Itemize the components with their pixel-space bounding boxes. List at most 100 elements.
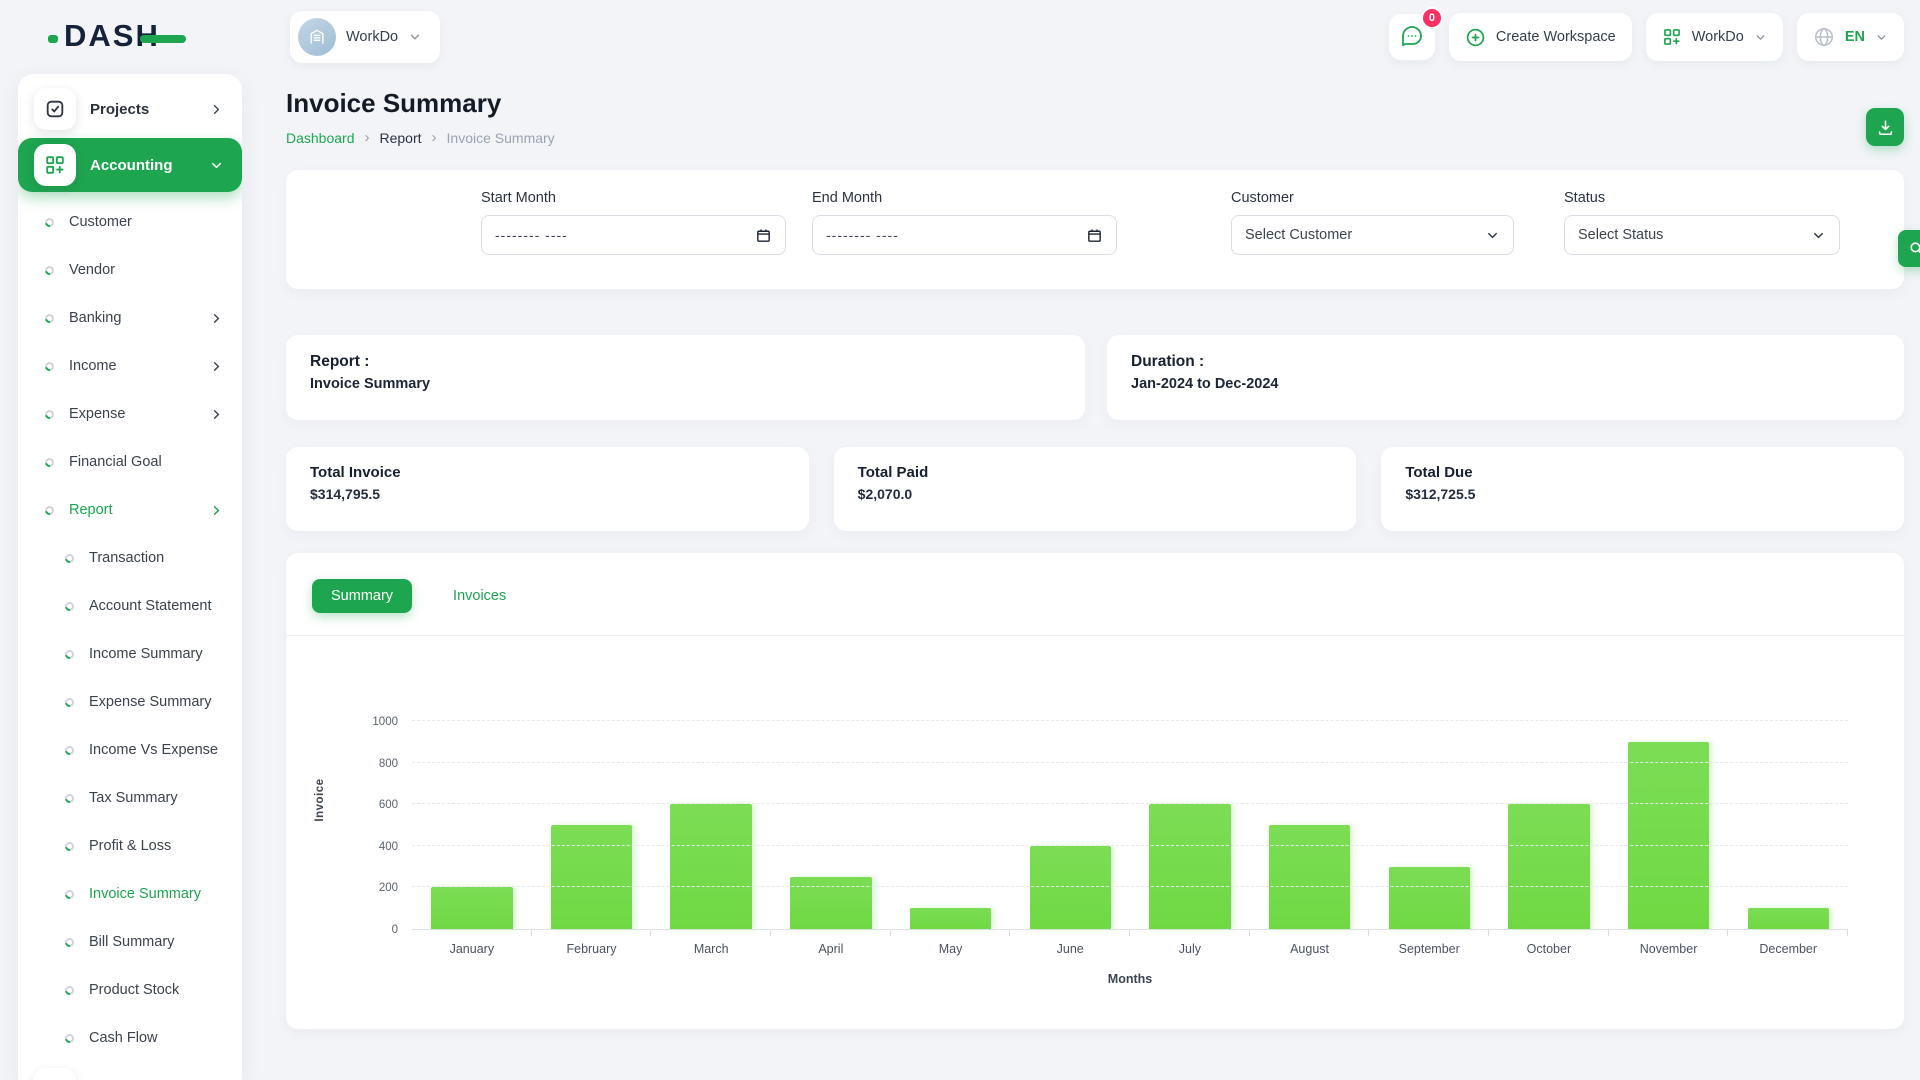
language-selector[interactable]: EN xyxy=(1797,13,1904,61)
x-tick-label-october: October xyxy=(1489,942,1609,956)
breadcrumb-dashboard[interactable]: Dashboard xyxy=(286,130,355,146)
bar-october[interactable] xyxy=(1508,804,1589,929)
chevron-right-icon: › xyxy=(365,129,370,146)
start-month-input[interactable]: -------- ---- xyxy=(481,215,786,255)
sidebar-item-tax-summary[interactable]: Tax Summary xyxy=(18,774,242,822)
sidebar-item-income-vs-expense[interactable]: Income Vs Expense xyxy=(18,726,242,774)
building-icon xyxy=(307,27,327,47)
sidebar-item-label: Expense Summary xyxy=(89,694,212,710)
sidebar-item-hrm[interactable]: HRM xyxy=(18,1062,242,1080)
sidebar-item-income-summary[interactable]: Income Summary xyxy=(18,630,242,678)
total-paid-card: Total Paid $2,070.0 xyxy=(834,447,1357,531)
workspace-switcher[interactable]: WorkDo xyxy=(290,11,440,63)
sidebar-item-profit-loss[interactable]: Profit & Loss xyxy=(18,822,242,870)
x-tick-label-june: June xyxy=(1010,942,1130,956)
y-tick-label-1000: 1000 xyxy=(350,716,398,728)
bullet-icon xyxy=(63,888,76,901)
sidebar-item-income[interactable]: Income xyxy=(18,342,242,390)
chevron-right-icon: › xyxy=(432,129,437,146)
filter-card: Start Month -------- ---- End Month ----… xyxy=(286,170,1904,289)
gridline-1000 xyxy=(412,720,1848,721)
breadcrumb-report[interactable]: Report xyxy=(380,130,422,146)
sidebar-item-banking[interactable]: Banking xyxy=(18,294,242,342)
sidebar-item-bill-summary[interactable]: Bill Summary xyxy=(18,918,242,966)
bar-may[interactable] xyxy=(910,908,991,929)
sidebar-item-customer[interactable]: Customer xyxy=(18,198,242,246)
download-icon xyxy=(1876,118,1895,137)
y-tick-label-400: 400 xyxy=(350,841,398,853)
sidebar-item-transaction[interactable]: Transaction xyxy=(18,534,242,582)
sidebar-item-label: Income xyxy=(69,358,117,374)
grid-plus-icon xyxy=(34,144,76,186)
sidebar-item-projects[interactable]: Projects xyxy=(18,82,242,136)
customer-label: Customer xyxy=(1231,190,1514,206)
sidebar-item-label: Banking xyxy=(69,310,121,326)
chevron-down-icon xyxy=(408,30,422,44)
sidebar-item-invoice-summary[interactable]: Invoice Summary xyxy=(18,870,242,918)
brand-logo: DASH xyxy=(64,18,160,54)
calendar-icon[interactable] xyxy=(1086,227,1103,244)
tab-invoices[interactable]: Invoices xyxy=(434,579,525,613)
total-due-card: Total Due $312,725.5 xyxy=(1381,447,1904,531)
bar-slot-august xyxy=(1250,670,1370,929)
sidebar-item-label: Vendor xyxy=(69,262,115,278)
bullet-icon xyxy=(43,504,56,517)
status-select[interactable]: Select Status xyxy=(1564,215,1840,255)
bar-january[interactable] xyxy=(431,887,512,929)
calendar-icon[interactable] xyxy=(755,227,772,244)
sidebar-item-label: Income Summary xyxy=(89,646,203,662)
bar-march[interactable] xyxy=(670,804,751,929)
total-invoice-card: Total Invoice $314,795.5 xyxy=(286,447,809,531)
bullet-icon xyxy=(43,312,56,325)
sidebar-item-financial-goal[interactable]: Financial Goal xyxy=(18,438,242,486)
messages-button[interactable]: 0 xyxy=(1389,14,1435,60)
bullet-icon xyxy=(63,744,76,757)
sidebar-item-accounting[interactable]: Accounting xyxy=(18,138,242,192)
bar-december[interactable] xyxy=(1748,908,1829,929)
sidebar-item-label: Invoice Summary xyxy=(89,886,201,902)
chart-plot-area: Invoice 02004006008001000 xyxy=(412,670,1848,930)
x-tick-label-september: September xyxy=(1369,942,1489,956)
x-tick-label-may: May xyxy=(891,942,1011,956)
bar-july[interactable] xyxy=(1149,804,1230,929)
sidebar-item-expense[interactable]: Expense xyxy=(18,390,242,438)
sidebar-item-report[interactable]: Report xyxy=(18,486,242,534)
topbar: DASH WorkDo 0 Create Workspace xyxy=(0,0,1920,74)
x-tick-label-january: January xyxy=(412,942,532,956)
messages-badge: 0 xyxy=(1421,7,1443,29)
end-month-placeholder: -------- ---- xyxy=(826,227,899,243)
report-info-value: Invoice Summary xyxy=(310,376,1061,392)
bar-slot-february xyxy=(532,670,652,929)
y-tick-label-200: 200 xyxy=(350,882,398,894)
y-tick-label-800: 800 xyxy=(350,758,398,770)
chart-y-axis-title: Invoice xyxy=(314,778,326,821)
end-month-input[interactable]: -------- ---- xyxy=(812,215,1117,255)
bullet-icon xyxy=(43,360,56,373)
search-button[interactable] xyxy=(1898,230,1920,267)
sidebar-item-expense-summary[interactable]: Expense Summary xyxy=(18,678,242,726)
bar-april[interactable] xyxy=(790,877,871,929)
app-menu-button[interactable]: WorkDo xyxy=(1646,13,1783,61)
sidebar-item-product-stock[interactable]: Product Stock xyxy=(18,966,242,1014)
sidebar-item-cash-flow[interactable]: Cash Flow xyxy=(18,1014,242,1062)
bar-february[interactable] xyxy=(551,825,632,929)
create-workspace-button[interactable]: Create Workspace xyxy=(1449,13,1632,61)
bar-september[interactable] xyxy=(1389,867,1470,929)
sidebar-item-label: Tax Summary xyxy=(89,790,178,806)
bullet-icon xyxy=(43,264,56,277)
duration-info-card: Duration : Jan-2024 to Dec-2024 xyxy=(1107,335,1904,420)
chevron-down-icon xyxy=(1875,31,1888,44)
user-scan-icon xyxy=(34,1068,76,1080)
sidebar-item-vendor[interactable]: Vendor xyxy=(18,246,242,294)
gridline-200 xyxy=(412,886,1848,887)
report-info-card: Report : Invoice Summary xyxy=(286,335,1085,420)
bar-june[interactable] xyxy=(1030,846,1111,929)
download-button[interactable] xyxy=(1866,108,1904,146)
tab-summary[interactable]: Summary xyxy=(312,579,412,613)
sidebar-item-account-statement[interactable]: Account Statement xyxy=(18,582,242,630)
bar-august[interactable] xyxy=(1269,825,1350,929)
invoice-bar-chart: Invoice 02004006008001000 JanuaryFebruar… xyxy=(312,670,1878,986)
sidebar-item-label: Cash Flow xyxy=(89,1030,158,1046)
bar-november[interactable] xyxy=(1628,742,1709,929)
customer-select[interactable]: Select Customer xyxy=(1231,215,1514,255)
